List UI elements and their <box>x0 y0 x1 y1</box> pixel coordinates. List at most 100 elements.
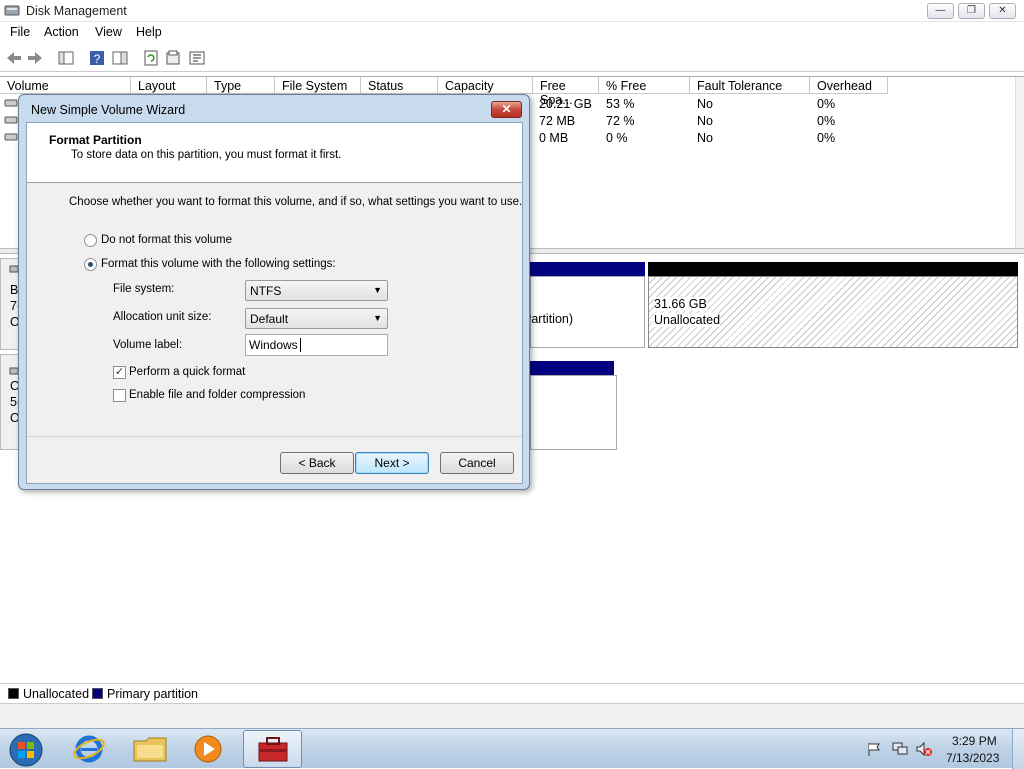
allocation-unit-label: Allocation unit size: <box>113 311 212 323</box>
primary-swatch <box>92 688 103 699</box>
partition-block[interactable] <box>530 375 617 450</box>
unallocated-label: Unallocated <box>654 313 721 327</box>
action-center-flag-icon[interactable] <box>866 741 882 757</box>
network-icon[interactable] <box>891 741 909 757</box>
primary-partition-bar <box>530 361 614 375</box>
compression-label[interactable]: Enable file and folder compression <box>129 389 305 401</box>
col-percent-free[interactable]: % Free <box>599 77 690 94</box>
close-window-button[interactable]: ✕ <box>989 3 1016 19</box>
disk-1-info[interactable]: C 5( O <box>0 354 21 450</box>
quick-format-label[interactable]: Perform a quick format <box>129 366 245 378</box>
partition-block[interactable]: Partition) <box>523 276 645 348</box>
col-volume[interactable]: Volume <box>0 77 131 94</box>
free-space-cell: 20.21 GB <box>539 97 592 111</box>
overhead-cell: 0% <box>817 131 836 145</box>
status-bar <box>0 703 1024 728</box>
back-icon[interactable] <box>5 49 23 67</box>
radio-format[interactable] <box>84 258 97 271</box>
col-overhead[interactable]: Overhead <box>810 77 888 94</box>
percent-free-cell: 0 % <box>606 131 628 145</box>
show-hide-icon[interactable] <box>111 49 129 67</box>
forward-icon[interactable] <box>26 49 44 67</box>
title-bar: Disk Management — ❐ ✕ <box>0 0 1024 22</box>
restore-button[interactable]: ❐ <box>958 3 985 19</box>
file-system-value: NTFS <box>250 284 282 298</box>
col-fault-tolerance[interactable]: Fault Tolerance <box>690 77 810 94</box>
window-title: Disk Management <box>26 4 127 18</box>
computer-management-icon <box>258 737 288 762</box>
wizard-body: Format Partition To store data on this p… <box>26 122 523 484</box>
primary-partition-bar <box>530 262 645 276</box>
volume-label-label: Volume label: <box>113 339 183 351</box>
file-explorer-icon[interactable] <box>132 733 168 765</box>
compression-checkbox[interactable] <box>113 389 126 402</box>
radio-do-not-format[interactable] <box>84 234 97 247</box>
vertical-scrollbar[interactable] <box>1015 77 1024 249</box>
free-space-cell: 72 MB <box>539 114 576 128</box>
minimize-button[interactable]: — <box>927 3 954 19</box>
clock-date[interactable]: 7/13/2023 <box>946 751 999 765</box>
col-free-space[interactable]: Free Spa... <box>533 77 599 107</box>
col-file-system[interactable]: File System <box>275 77 361 94</box>
allocation-unit-select[interactable]: Default ▼ <box>245 308 388 329</box>
dialog-close-button[interactable]: ✕ <box>491 101 522 118</box>
unallocated-block[interactable]: 31.66 GB Unallocated <box>648 276 1018 348</box>
wizard-prompt: Choose whether you want to format this v… <box>69 196 523 208</box>
col-capacity[interactable]: Capacity <box>438 77 533 94</box>
percent-free-cell: 72 % <box>606 114 635 128</box>
media-player-icon[interactable] <box>192 733 224 765</box>
taskbar: 3:29 PM 7/13/2023 <box>0 728 1024 769</box>
console-tree-icon[interactable] <box>57 49 75 67</box>
chevron-down-icon: ▼ <box>373 285 382 295</box>
overhead-cell: 0% <box>817 114 836 128</box>
file-system-label: File system: <box>113 283 175 295</box>
wizard-subheading: To store data on this partition, you mus… <box>71 149 342 161</box>
refresh-icon[interactable] <box>142 49 160 67</box>
clock-time[interactable]: 3:29 PM <box>952 734 997 748</box>
col-type[interactable]: Type <box>207 77 275 94</box>
menu-view[interactable]: View <box>95 25 122 39</box>
menu-action[interactable]: Action <box>44 25 79 39</box>
wizard-header: Format Partition To store data on this p… <box>27 123 522 183</box>
help-icon[interactable]: ? <box>88 49 106 67</box>
fault-tolerance-cell: No <box>697 97 713 111</box>
properties-icon[interactable] <box>164 49 182 67</box>
col-layout[interactable]: Layout <box>131 77 207 94</box>
legend-primary: Primary partition <box>107 687 198 701</box>
volume-label-input[interactable]: Windows <box>245 334 388 356</box>
help-topic-icon[interactable] <box>188 49 206 67</box>
unallocated-swatch <box>8 688 19 699</box>
radio-format-label[interactable]: Format this volume with the following se… <box>101 258 336 270</box>
percent-free-cell: 53 % <box>606 97 635 111</box>
legend: Unallocated Primary partition <box>0 683 1024 703</box>
volume-muted-icon[interactable] <box>915 741 933 757</box>
dialog-title: New Simple Volume Wizard <box>31 103 186 117</box>
cancel-button[interactable]: Cancel <box>440 452 514 474</box>
quick-format-checkbox[interactable]: ✓ <box>113 366 126 379</box>
svg-text:?: ? <box>94 52 101 66</box>
menu-bar: File Action View Help <box>0 22 1024 43</box>
legend-unallocated: Unallocated <box>23 687 90 701</box>
wizard-heading: Format Partition <box>49 133 142 147</box>
radio-do-not-format-label[interactable]: Do not format this volume <box>101 234 232 246</box>
unallocated-size: 31.66 GB <box>654 297 707 311</box>
disk-0-info[interactable]: B 7( O <box>0 258 21 350</box>
chevron-down-icon: ▼ <box>373 313 382 323</box>
fault-tolerance-cell: No <box>697 114 713 128</box>
divider <box>27 436 522 437</box>
fault-tolerance-cell: No <box>697 131 713 145</box>
taskbar-active-app[interactable] <box>243 730 302 768</box>
file-system-select[interactable]: NTFS ▼ <box>245 280 388 301</box>
new-simple-volume-wizard: New Simple Volume Wizard ✕ Format Partit… <box>18 94 530 490</box>
toolbar: ? <box>0 43 1024 72</box>
menu-help[interactable]: Help <box>136 25 162 39</box>
back-button[interactable]: < Back <box>280 452 354 474</box>
disk-management-icon <box>4 5 20 16</box>
show-desktop-button[interactable] <box>1012 729 1024 769</box>
next-button[interactable]: Next > <box>355 452 429 474</box>
menu-file[interactable]: File <box>10 25 30 39</box>
free-space-cell: 0 MB <box>539 131 569 145</box>
col-status[interactable]: Status <box>361 77 438 94</box>
internet-explorer-icon[interactable] <box>72 732 106 766</box>
start-button-icon[interactable] <box>6 731 46 769</box>
